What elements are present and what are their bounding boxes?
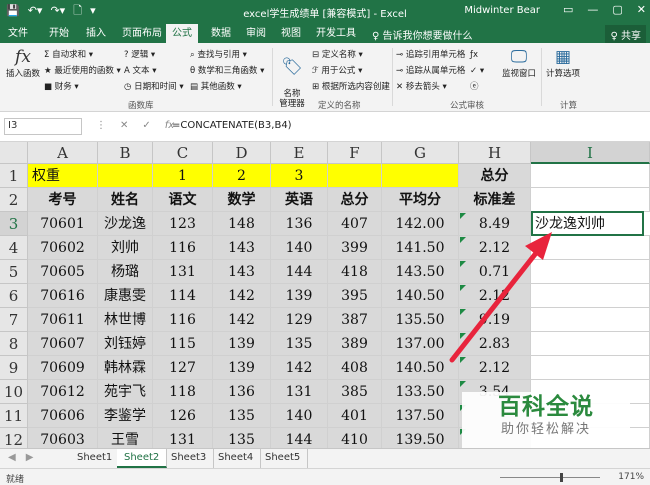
calculation-label: 计算 (560, 101, 578, 111)
window-title: excel学生成绩单 [兼容模式] - Excel (243, 9, 407, 20)
tab-formulas[interactable]: 公式 (166, 24, 198, 43)
watermark-subtitle: 助你轻松解决 (500, 422, 591, 437)
zoom-slider-thumb[interactable] (560, 473, 563, 482)
error-checking-icon[interactable]: ✓ ▾ (470, 65, 484, 77)
watch-window-icon: 🖵 (510, 47, 528, 67)
tab-view[interactable]: 视图 (281, 27, 301, 41)
formula-input[interactable]: =CONCATENATE(B3,B4) (172, 120, 292, 131)
tab-home[interactable]: 开始 (49, 27, 69, 41)
use-in-formula-button[interactable]: ℱ 用于公式 ▾ (312, 65, 362, 77)
math-trig-button[interactable]: θ 数学和三角函数 ▾ (190, 65, 264, 77)
tab-page-layout[interactable]: 页面布局 (122, 27, 162, 41)
name-manager-button[interactable]: 🏷 名称 管理器 (274, 47, 310, 109)
date-time-button[interactable]: ◷ 日期和时间 ▾ (124, 81, 184, 93)
zoom-level[interactable]: 171% (618, 472, 644, 482)
ribbon-tabs: 文件 开始 插入 页面布局 公式 数据 审阅 视图 开发工具 ♀ 告诉我你想要做… (0, 24, 650, 44)
more-functions-button[interactable]: ▤ 其他函数 ▾ (190, 81, 242, 93)
tab-data[interactable]: 数据 (211, 27, 231, 41)
tab-developer[interactable]: 开发工具 (316, 27, 356, 41)
tab-review[interactable]: 审阅 (246, 27, 266, 41)
formula-bar-icons: ⋮ ✕ ✓ fx (96, 120, 174, 131)
define-name-button[interactable]: ⊟ 定义名称 ▾ (312, 49, 363, 61)
insert-function-label: 插入函数 (5, 69, 40, 79)
title-bar: 💾 ↶▾ ↷▾ 🗋 ▾ excel学生成绩单 [兼容模式] - Excel Mi… (0, 0, 650, 24)
formula-auditing-label: 公式审核 (450, 101, 485, 111)
next-sheet-icon[interactable]: ▶ (26, 452, 34, 463)
text-button[interactable]: A 文本 ▾ (124, 65, 157, 77)
remove-arrows-button[interactable]: ✕ 移去箭头 ▾ (396, 81, 447, 93)
recent-functions-button[interactable]: ★ 最近使用的函数 ▾ (44, 65, 121, 77)
arrow-head (525, 232, 552, 260)
maximize-icon[interactable]: ▢ (612, 3, 622, 16)
calculation-options-label: 计算选项 (545, 69, 580, 79)
arrow-shaft (449, 245, 543, 363)
sheet-tab-sheet3[interactable]: Sheet3 (164, 449, 215, 468)
logical-button[interactable]: ? 逻辑 ▾ (124, 49, 155, 61)
watch-window-label: 监视窗口 (501, 69, 536, 79)
trace-dependents-button[interactable]: ⊸ 追踪从属单元格 (396, 65, 465, 77)
sheet-tabs-bar: ◀ ▶ Sheet1 Sheet2 Sheet3 Sheet4 Sheet5 (0, 448, 650, 468)
tab-file[interactable]: 文件 (8, 27, 28, 41)
watch-window-button[interactable]: 🖵 监视窗口 (500, 47, 538, 79)
prev-sheet-icon[interactable]: ◀ (8, 452, 16, 463)
calculator-icon: ▦ (554, 47, 572, 67)
watermark-title: 百科全说 (498, 394, 594, 420)
enter-icon[interactable]: ✓ (142, 120, 150, 131)
show-formulas-icon[interactable]: ƒx (470, 49, 478, 61)
sheet-tab-sheet4[interactable]: Sheet4 (211, 449, 262, 468)
minimize-icon[interactable]: — (587, 3, 598, 16)
sheet-tab-sheet5[interactable]: Sheet5 (258, 449, 309, 468)
calculation-options-button[interactable]: ▦ 计算选项 (543, 47, 583, 79)
sheet-tab-sheet2[interactable]: Sheet2 (117, 449, 168, 468)
name-box[interactable]: I3 (4, 118, 82, 135)
sheet-tab-sheet1[interactable]: Sheet1 (70, 449, 121, 468)
financial-button[interactable]: ■ 财务 ▾ (44, 81, 79, 93)
function-library-label: 函数库 (128, 101, 154, 111)
drag-handle-icon[interactable]: ⋮ (96, 120, 106, 131)
group-separator (541, 48, 542, 106)
excel-window: 💾 ↶▾ ↷▾ 🗋 ▾ excel学生成绩单 [兼容模式] - Excel Mi… (0, 0, 650, 485)
user-name[interactable]: Midwinter Bear (464, 5, 540, 16)
name-tag-icon: 🏷 (281, 57, 303, 77)
cancel-icon[interactable]: ✕ (120, 120, 128, 131)
lookup-reference-button[interactable]: ⌕ 查找与引用 ▾ (190, 49, 247, 61)
sheet-nav: ◀ ▶ (8, 452, 33, 463)
fx-icon: fx (15, 47, 31, 67)
ribbon-display-icon[interactable]: ▭ (563, 3, 573, 16)
tell-me-search[interactable]: ♀ 告诉我你想要做什么 (372, 27, 473, 42)
window-controls: ▭ — ▢ ✕ (563, 3, 646, 16)
group-separator (272, 48, 273, 106)
formula-bar: I3 ⋮ ✕ ✓ fx =CONCATENATE(B3,B4) (0, 112, 650, 142)
share-button[interactable]: ♀ 共享 (605, 25, 646, 44)
defined-names-label: 定义的名称 (318, 101, 361, 111)
group-separator (392, 48, 393, 106)
evaluate-formula-icon[interactable]: ⓔ (470, 81, 479, 93)
status-bar: 就绪 171% (0, 468, 650, 485)
zoom-slider[interactable] (500, 477, 600, 478)
autosum-button[interactable]: Σ 自动求和 ▾ (44, 49, 93, 61)
name-manager-label: 名称 管理器 (279, 89, 305, 109)
trace-precedents-button[interactable]: ⊸ 追踪引用单元格 (396, 49, 465, 61)
status-text: 就绪 (6, 475, 25, 485)
watermark-logo: 百科全说 助你轻松解决 (462, 392, 630, 448)
tab-insert[interactable]: 插入 (86, 27, 106, 41)
create-from-selection-button[interactable]: ⊞ 根据所选内容创建 (312, 81, 390, 93)
insert-function-button[interactable]: fx 插入函数 (4, 47, 42, 79)
ribbon-formulas: fx 插入函数 Σ 自动求和 ▾ ★ 最近使用的函数 ▾ ■ 财务 ▾ ? 逻辑… (0, 43, 650, 112)
close-icon[interactable]: ✕ (637, 3, 646, 16)
